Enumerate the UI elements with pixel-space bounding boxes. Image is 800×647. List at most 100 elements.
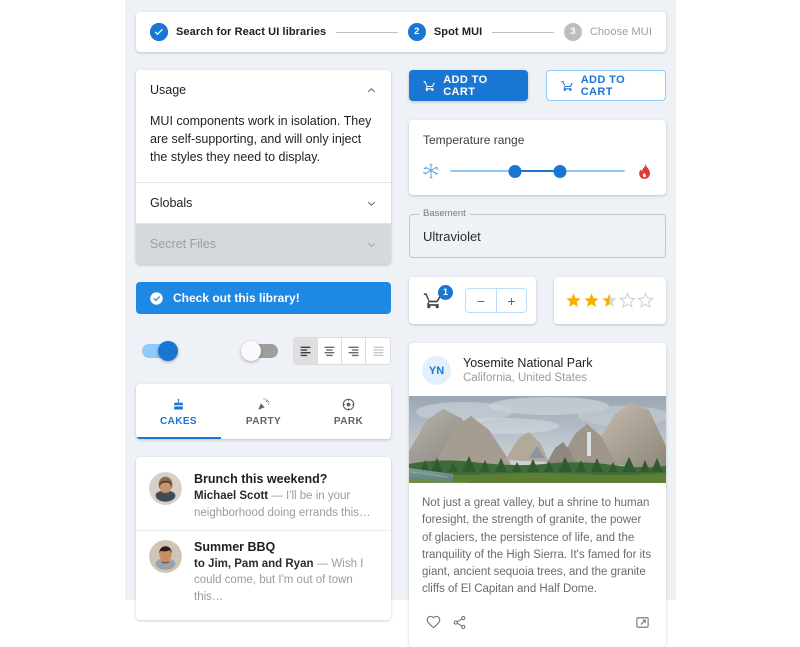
stepper-step-1-label: Search for React UI libraries — [176, 26, 327, 38]
stepper-step-3-label: Choose MUI — [589, 26, 653, 38]
chevron-down-icon — [367, 201, 376, 206]
check-icon — [150, 23, 168, 41]
accordion: Usage MUI components work in isolation. … — [136, 70, 391, 265]
add-to-cart-button-row: ADD TO CART ADD TO CART — [409, 70, 666, 101]
shopping-cart-icon — [561, 81, 573, 91]
add-to-cart-button-outlined[interactable]: ADD TO CART — [545, 70, 666, 101]
cart-stepper-card: 1 − + — [409, 277, 536, 324]
accordion-body-usage: MUI components work in isolation. They a… — [150, 114, 372, 165]
format-align-center-icon — [324, 346, 335, 356]
rating-card — [553, 277, 666, 324]
tab-bar: CAKES PARTY PARK — [136, 384, 391, 440]
star-empty-icon[interactable] — [619, 292, 637, 309]
switch-on-knob — [158, 341, 178, 362]
left-column: Usage MUI components work in isolation. … — [136, 70, 391, 647]
card-actions — [409, 608, 666, 647]
info-alert-text: Check out this library! — [173, 291, 300, 306]
message-list: Brunch this weekend? Michael Scott — I'l… — [136, 457, 391, 621]
cake-icon — [174, 398, 183, 410]
stepper: Search for React UI libraries 2 Spot MUI… — [136, 12, 666, 52]
quantity-decrement-button[interactable]: − — [466, 289, 496, 312]
star-filled-icon[interactable] — [565, 292, 582, 309]
align-center-button[interactable] — [318, 338, 342, 365]
check-circle-icon — [150, 292, 163, 305]
add-to-cart-contained-label: ADD TO CART — [443, 73, 488, 98]
stepper-step-1[interactable]: Search for React UI libraries — [150, 23, 326, 41]
cart-badge[interactable]: 1 — [423, 284, 453, 312]
slider-thumb-low[interactable] — [508, 164, 522, 178]
slider-thumb-high[interactable] — [553, 164, 567, 178]
star-filled-icon[interactable] — [583, 292, 600, 309]
cart-badge-count: 1 — [438, 284, 453, 300]
info-alert: Check out this library! — [136, 282, 391, 315]
accordion-item-globals[interactable]: Globals — [136, 182, 391, 224]
switch-on[interactable] — [142, 341, 178, 362]
align-justify-button — [366, 338, 390, 364]
list-item-title: Summer BBQ — [194, 540, 276, 555]
align-right-button[interactable] — [342, 338, 366, 365]
tab-park-label: PARK — [333, 415, 364, 427]
switch-off[interactable] — [241, 341, 278, 362]
card-title: Yosemite National Park — [463, 356, 593, 370]
accordion-item-secret-files: Secret Files — [136, 223, 391, 265]
list-item-sender: Michael Scott — [194, 490, 269, 503]
align-toggle-group — [293, 337, 391, 366]
add-to-cart-outlined-label: ADD TO CART — [580, 73, 626, 98]
temperature-slider-track[interactable] — [450, 163, 625, 179]
shopping-cart-icon — [423, 81, 435, 91]
card-body-text: Not just a great valley, but a shrine to… — [422, 497, 652, 596]
stepper-connector-1 — [336, 31, 398, 33]
content-column: Search for React UI libraries 2 Spot MUI… — [136, 0, 666, 647]
avatar — [149, 540, 182, 574]
add-to-cart-button-contained[interactable]: ADD TO CART — [409, 70, 528, 101]
favorite-button[interactable] — [420, 610, 446, 636]
tab-cakes[interactable]: CAKES — [136, 384, 221, 439]
card-media-image — [409, 396, 666, 484]
accordion-header-usage[interactable]: Usage — [136, 70, 391, 110]
snowflake-icon — [423, 163, 439, 179]
list-item-subtitle: to Jim, Pam and Ryan — Wish I could come… — [194, 556, 378, 605]
list-item[interactable]: Summer BBQ to Jim, Pam and Ryan — Wish I… — [136, 530, 391, 614]
expand-handle-button[interactable] — [629, 610, 655, 636]
star-half-icon[interactable] — [601, 292, 618, 309]
accordion-title-usage: Usage — [150, 83, 187, 97]
tab-party-label: PARTY — [245, 415, 282, 427]
card-subtitle: California, United States — [463, 372, 588, 385]
list-item[interactable]: Brunch this weekend? Michael Scott — I'l… — [136, 463, 391, 530]
star-rating[interactable] — [565, 292, 655, 309]
basement-input[interactable]: Ultraviolet — [409, 214, 666, 258]
right-column: ADD TO CART ADD TO CART Temperature rang… — [409, 70, 666, 647]
stepper-connector-2 — [492, 31, 554, 33]
card-header: YN Yosemite National Park California, Un… — [409, 343, 666, 396]
quantity-stepper: − + — [465, 288, 527, 313]
accordion-title-globals: Globals — [150, 196, 193, 211]
stepper-step-3[interactable]: 3 Choose MUI — [563, 23, 653, 41]
align-left-button[interactable] — [294, 338, 318, 365]
share-button[interactable] — [446, 610, 472, 636]
format-align-left-icon — [300, 346, 311, 356]
accordion-header-globals[interactable]: Globals — [136, 183, 391, 223]
avatar: YN — [422, 356, 451, 386]
quantity-increment-button[interactable]: + — [496, 289, 526, 312]
two-column-layout: Usage MUI components work in isolation. … — [136, 70, 666, 647]
list-item-separator: — — [271, 490, 283, 503]
tab-park[interactable]: PARK — [306, 384, 391, 439]
basement-input-value: Ultraviolet — [423, 228, 481, 244]
share-icon — [453, 616, 465, 630]
stepper-step-2[interactable]: 2 Spot MUI — [407, 23, 483, 41]
tab-active-indicator — [136, 437, 221, 440]
accordion-item-usage[interactable]: Usage MUI components work in isolation. … — [136, 70, 391, 183]
chevron-down-icon — [367, 242, 376, 247]
stepper-step-2-label: Spot MUI — [433, 26, 483, 38]
star-empty-icon[interactable] — [637, 292, 655, 309]
accordion-header-secret-files: Secret Files — [136, 224, 391, 264]
badge-rating-row: 1 − + — [409, 277, 666, 324]
list-item-subtitle: Michael Scott — I'll be in your neighbor… — [194, 488, 378, 521]
format-align-right-icon — [348, 346, 359, 356]
basement-text-field[interactable]: Ultraviolet Basement — [409, 208, 666, 258]
stepper-step-2-number: 2 — [407, 23, 426, 41]
accordion-title-secret-files: Secret Files — [150, 237, 216, 252]
tab-party[interactable]: PARTY — [221, 384, 306, 439]
controls-row — [136, 336, 391, 366]
yosemite-card: YN Yosemite National Park California, Un… — [409, 343, 666, 647]
